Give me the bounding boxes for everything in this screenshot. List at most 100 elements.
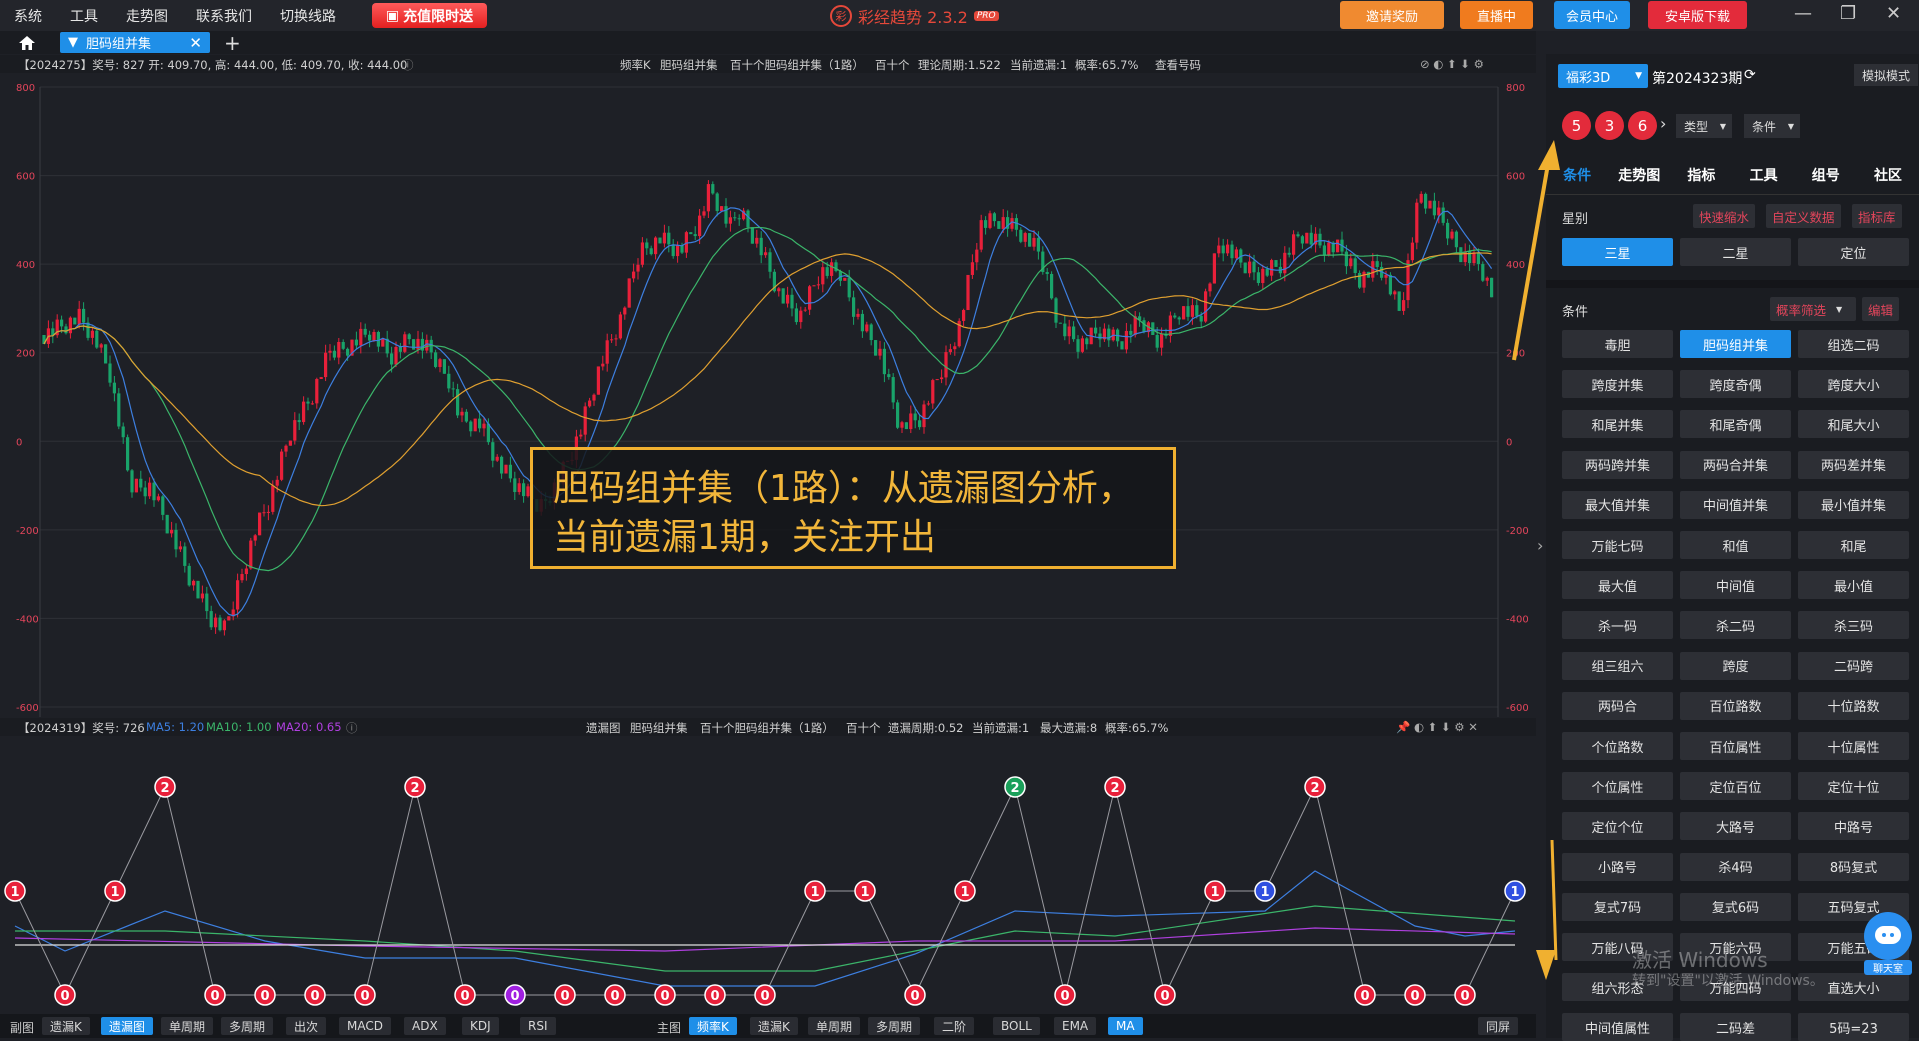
condition-button[interactable]: 跨度大小 [1798, 370, 1909, 399]
condition-button[interactable]: 和值 [1680, 531, 1791, 559]
condition-button[interactable]: 中路号 [1798, 812, 1909, 841]
type-dropdown[interactable]: 类型 ▼ [1676, 114, 1732, 138]
condition-button[interactable]: 十位路数 [1798, 691, 1909, 720]
condition-button[interactable]: 两码跨并集 [1562, 450, 1673, 479]
btn-kdj[interactable]: KDJ [462, 1017, 499, 1035]
refresh-icon[interactable]: ⟳ [1744, 67, 1756, 83]
condition-button[interactable]: 最大值 [1562, 571, 1673, 600]
view-numbers-link[interactable]: 查看号码 [1155, 57, 1201, 73]
btn-omission-k[interactable]: 遗漏K [42, 1017, 90, 1035]
condition-button[interactable]: 和尾 [1798, 531, 1909, 559]
condition-button[interactable]: 杀一码 [1562, 611, 1673, 640]
indicator-lib-link[interactable]: 指标库 [1852, 204, 1902, 228]
condition-button[interactable]: 组选二码 [1798, 330, 1909, 358]
tab-tools[interactable]: 工具 [1733, 165, 1795, 185]
add-tab-icon[interactable]: + [224, 31, 241, 55]
condition-button[interactable]: 中间值属性 [1562, 1013, 1673, 1041]
btn-frequency-k[interactable]: 频率K [689, 1017, 737, 1035]
recharge-promo-button[interactable]: ▣ 充值限时送 [372, 3, 487, 28]
condition-button[interactable]: 和尾奇偶 [1680, 410, 1791, 439]
lottery-select[interactable]: 福彩3D ▼ [1558, 64, 1648, 88]
condition-button[interactable]: 杀二码 [1680, 611, 1791, 640]
condition-button[interactable]: 定位个位 [1562, 812, 1673, 841]
btn-boll[interactable]: BOLL [993, 1017, 1040, 1035]
condition-button[interactable]: 杀4码 [1680, 852, 1791, 881]
tab-indicator[interactable]: 指标 [1670, 165, 1732, 185]
condition-button[interactable]: 小路号 [1562, 852, 1673, 881]
prob-filter-dropdown[interactable]: 概率筛选 ▼ [1770, 297, 1856, 321]
star-three-button[interactable]: 三星 [1562, 238, 1673, 266]
frequency-k-chart[interactable]: 【2024275】奖号: 827 开: 409.70, 高: 444.00, 低… [0, 55, 1536, 717]
condition-button[interactable]: 复式7码 [1562, 892, 1673, 921]
condition-button[interactable]: 二码差 [1680, 1013, 1791, 1041]
menu-switch-line[interactable]: 切换线路 [280, 6, 336, 26]
live-button[interactable]: 直播中 [1460, 1, 1533, 29]
btn-same-screen[interactable]: 同屏 [1478, 1017, 1519, 1035]
condition-button[interactable]: 万能七码 [1562, 531, 1673, 559]
chevron-right-icon[interactable]: › [1660, 114, 1666, 133]
condition-button[interactable]: 跨度奇偶 [1680, 370, 1791, 399]
condition-dropdown[interactable]: 条件 ▼ [1744, 114, 1800, 138]
condition-button[interactable]: 二码跨 [1798, 651, 1909, 680]
btn-omission-chart[interactable]: 遗漏图 [101, 1017, 154, 1035]
menu-system[interactable]: 系统 [14, 6, 42, 26]
btn-ma[interactable]: MA [1108, 1017, 1143, 1035]
condition-button[interactable]: 8码复式 [1798, 852, 1909, 881]
omission-chart[interactable]: 【2024319】奖号: 726 MA5: 1.20 MA10: 1.00 MA… [0, 718, 1536, 1013]
condition-button[interactable]: 两码合 [1562, 691, 1673, 720]
close-icon[interactable]: ✕ [1886, 3, 1901, 24]
home-icon[interactable] [8, 32, 46, 53]
star-two-button[interactable]: 二星 [1680, 238, 1791, 266]
condition-button[interactable]: 和尾并集 [1562, 410, 1673, 439]
btn-occurrence[interactable]: 出次 [286, 1017, 327, 1035]
condition-button[interactable]: 跨度并集 [1562, 370, 1673, 399]
tab-group[interactable]: 组号 [1795, 165, 1857, 185]
condition-button[interactable]: 最大值并集 [1562, 490, 1673, 519]
condition-button[interactable]: 5码=23 [1798, 1013, 1909, 1041]
btn-rsi[interactable]: RSI [520, 1017, 556, 1035]
condition-button[interactable]: 大路号 [1680, 812, 1791, 841]
chat-icon[interactable] [1864, 912, 1912, 960]
minimize-icon[interactable]: — [1794, 3, 1812, 24]
help-icon[interactable]: ⓘ [402, 57, 414, 73]
btn-single-period[interactable]: 单周期 [161, 1017, 214, 1035]
condition-button[interactable]: 中间值 [1680, 571, 1791, 600]
btn-second-order[interactable]: 二阶 [934, 1017, 975, 1035]
condition-button[interactable]: 个位路数 [1562, 732, 1673, 760]
condition-button[interactable]: 最小值 [1798, 571, 1909, 600]
condition-button[interactable]: 跨度 [1680, 651, 1791, 680]
tab-trend[interactable]: 走势图 [1608, 165, 1670, 185]
btn-multi-period[interactable]: 多周期 [221, 1017, 274, 1035]
custom-data-link[interactable]: 自定义数据 [1766, 204, 1841, 228]
condition-button[interactable]: 定位十位 [1798, 772, 1909, 801]
tab-dan-union[interactable]: ▼ 胆码组并集 ✕ [60, 32, 210, 53]
menu-tools[interactable]: 工具 [70, 6, 98, 26]
tab-community[interactable]: 社区 [1857, 165, 1919, 185]
invite-reward-button[interactable]: 邀请奖励 [1340, 1, 1444, 29]
android-download-button[interactable]: 安卓版下载 [1648, 1, 1747, 29]
chat-room-label[interactable]: 聊天室 [1864, 960, 1912, 975]
sim-mode-button[interactable]: 模拟模式 [1854, 64, 1919, 86]
restore-icon[interactable]: ❐ [1840, 3, 1856, 24]
btn-main-single[interactable]: 单周期 [808, 1017, 861, 1035]
menu-trend[interactable]: 走势图 [126, 6, 168, 26]
condition-button[interactable]: 百位属性 [1680, 732, 1791, 760]
member-center-button[interactable]: 会员中心 [1554, 1, 1630, 29]
btn-main-omission-k[interactable]: 遗漏K [750, 1017, 798, 1035]
condition-button[interactable]: 两码合并集 [1680, 450, 1791, 479]
condition-button[interactable]: 组三组六 [1562, 651, 1673, 680]
position-button[interactable]: 定位 [1798, 238, 1909, 266]
chart1-tools-icons[interactable]: ⊘ ◐ ⬆ ⬇ ⚙ [1420, 57, 1484, 71]
tab-close-icon[interactable]: ✕ [189, 34, 202, 52]
btn-adx[interactable]: ADX [404, 1017, 446, 1035]
help-icon-2[interactable]: ⓘ [346, 720, 358, 736]
edit-link[interactable]: 编辑 [1862, 297, 1900, 321]
btn-macd[interactable]: MACD [339, 1017, 391, 1035]
condition-button[interactable]: 毒胆 [1562, 330, 1673, 358]
condition-button[interactable]: 中间值并集 [1680, 490, 1791, 519]
menu-contact[interactable]: 联系我们 [196, 6, 252, 26]
condition-button[interactable]: 最小值并集 [1798, 490, 1909, 519]
chart2-tools-icons[interactable]: 📌 ◐ ⬆ ⬇ ⚙ ✕ [1396, 720, 1478, 734]
condition-button[interactable]: 和尾大小 [1798, 410, 1909, 439]
condition-button[interactable]: 定位百位 [1680, 772, 1791, 801]
